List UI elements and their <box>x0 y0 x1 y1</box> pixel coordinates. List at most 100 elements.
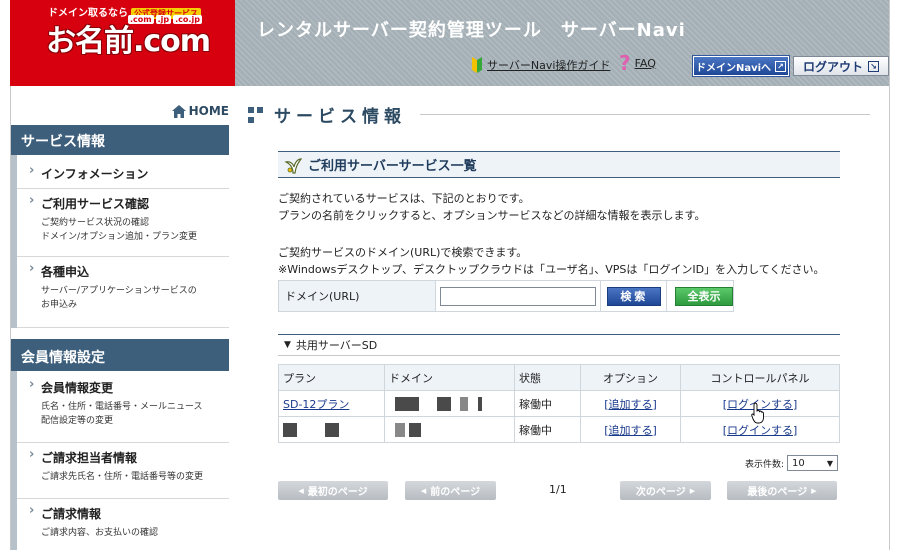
sidebar-item-billing-contact[interactable]: ご請求担当者情報 ご請求先氏名・住所・電話番号等の変更 <box>17 443 229 499</box>
sidebar-item-service-check[interactable]: ご利用サービス確認 ご契約サービス状況の確認 ドメイン/オプション追加・プラン変… <box>17 189 229 257</box>
arrow-left-icon: ◀ <box>420 486 427 495</box>
redacted-domain <box>408 422 421 437</box>
search-button[interactable]: 検索 <box>607 286 662 306</box>
sidebar-item-applications[interactable]: 各種申込 サーバー/アプリケーションサービスの お申込み <box>17 257 229 328</box>
page-title-bar: サービス情報 <box>248 102 870 127</box>
frame-border-right <box>889 0 890 550</box>
next-page-label: 次のページ <box>635 487 686 498</box>
table-header-row: プラン ドメイン 状態 オプション コントロールパネル <box>278 364 840 391</box>
logout-arrow-icon: ↘ <box>868 60 879 72</box>
arrow-left-icon: ◀ <box>298 486 304 495</box>
sidebar-item-label: 会員情報変更 <box>41 381 114 395</box>
redacted-domain <box>477 396 482 411</box>
app-title: レンタルサーバー契約管理ツール サーバーNavi <box>257 20 686 41</box>
page-indicator: 1/1 <box>549 483 567 496</box>
redacted-domain <box>436 396 451 411</box>
arrow-right-icon: ▶ <box>689 486 696 495</box>
logo-wordmark: お名前.com <box>46 24 211 59</box>
section-title-label: ご利用サーバーサービス一覧 <box>308 159 477 174</box>
title-divider <box>420 114 870 115</box>
sidebar-item-information[interactable]: インフォメーション <box>17 159 229 189</box>
column-header: ドメイン <box>384 364 515 391</box>
column-header: プラン <box>278 364 385 391</box>
sidebar-item-label: ご請求情報 <box>41 507 102 521</box>
per-page-label: 表示件数: <box>745 459 785 470</box>
redacted-domain <box>460 396 468 411</box>
intro-text: ご契約されているサービスは、下記のとおりです。 プランの名前をクリックすると、オ… <box>278 190 705 224</box>
sidebar-item-label: ご請求担当者情報 <box>41 451 138 465</box>
redacted-domain <box>395 422 405 437</box>
logout-button[interactable]: ログアウト ↘ <box>793 56 889 76</box>
column-header: オプション <box>580 364 681 391</box>
sidebar-item-desc: ご請求先氏名・住所・電話番号等の変更 <box>41 472 204 482</box>
search-note-line: ご契約サービスのドメイン(URL)で検索できます。 <box>278 246 528 259</box>
first-page-label: 最初のページ <box>307 487 368 498</box>
home-link-label: HOME <box>188 104 229 118</box>
domain-navi-button[interactable]: ドメインNaviへ ↗ <box>692 55 790 77</box>
first-page-button[interactable]: ◀ 最初のページ <box>278 481 388 500</box>
redacted-plan <box>283 422 297 437</box>
next-page-button[interactable]: 次のページ ▶ <box>620 481 711 500</box>
search-input-cell <box>436 281 602 311</box>
hand-cursor-icon <box>751 402 764 424</box>
sidebar-item-label: ご利用サービス確認 <box>41 197 150 211</box>
sidebar-section-member: 会員情報設定 <box>11 339 229 371</box>
column-header: コントロールパネル <box>680 364 840 391</box>
domain-cell <box>384 416 515 443</box>
domain-search-input[interactable] <box>440 286 597 306</box>
per-page-select[interactable]: 10 ▼ <box>787 455 839 471</box>
server-group-header: ▼ 共用サーバーSD <box>278 334 840 356</box>
sidebar-item-desc: ご契約サービス状況の確認 ドメイン/オプション追加・プラン変更 <box>41 218 198 242</box>
domain-navi-button-label: ドメインNaviへ <box>695 62 772 74</box>
search-button-cell: 検索 <box>601 281 667 311</box>
add-option-link[interactable]: [追加する] <box>604 398 657 411</box>
sidebar-item-label: 各種申込 <box>41 265 90 279</box>
sidebar-item-desc: サーバー/アプリケーションサービスの お申込み <box>41 286 197 310</box>
sidebar: HOME サービス情報 インフォメーション ご利用サービス確認 ご契約サービス状… <box>11 86 229 550</box>
sidebar-item-desc: ご請求内容、お支払いの確認 <box>41 528 159 538</box>
question-mark-icon: ? <box>619 51 631 75</box>
sidebar-item-billing-info[interactable]: ご請求情報 ご請求内容、お支払いの確認 <box>17 499 229 550</box>
home-link[interactable]: HOME <box>171 104 229 118</box>
search-note-line: ※Windowsデスクトップ、デスクトップクラウドは「ユーザ名」、VPSは「ログ… <box>278 263 825 276</box>
redacted-domain <box>395 396 419 411</box>
sidebar-item-label: インフォメーション <box>41 167 149 181</box>
onamae-logo[interactable]: ドメイン取るなら 公式登録サービス .com .jp .co.jp お名前.com <box>10 0 235 86</box>
guide-link[interactable]: サーバーNavi操作ガイド <box>471 56 610 74</box>
per-page-control: 表示件数: 10 ▼ <box>745 455 839 471</box>
dropdown-arrow-icon: ▼ <box>826 458 834 468</box>
section-title: ご利用サーバーサービス一覧 <box>278 151 840 178</box>
prev-page-label: 前のページ <box>430 487 481 498</box>
control-panel-login-link[interactable]: [ログインする] <box>723 424 798 437</box>
page-title: サービス情報 <box>274 107 406 127</box>
guide-link-label[interactable]: サーバーNavi操作ガイド <box>487 57 610 73</box>
plan-cell <box>278 416 385 443</box>
redacted-plan <box>324 422 339 437</box>
search-label: ドメイン(URL) <box>279 281 437 311</box>
show-all-button[interactable]: 全表示 <box>675 286 733 306</box>
sidebar-item-desc: 氏名・住所・電話番号・メールニュース 配信設定等の変更 <box>41 402 203 426</box>
sidebar-item-member-info[interactable]: 会員情報変更 氏名・住所・電話番号・メールニュース 配信設定等の変更 <box>17 373 229 443</box>
plan-link[interactable]: SD-12プラン <box>283 398 349 411</box>
column-header: 状態 <box>514 364 581 391</box>
home-icon <box>171 104 186 118</box>
status-cell: 稼働中 <box>514 416 581 443</box>
title-deco-icon <box>248 105 266 125</box>
logout-button-label: ログアウト <box>802 59 863 74</box>
intro-line: ご契約されているサービスは、下記のとおりです。 <box>278 192 530 205</box>
add-option-link[interactable]: [追加する] <box>604 424 657 437</box>
search-form: ドメイン(URL) 検索 全表示 <box>278 280 734 312</box>
last-page-button[interactable]: 最後のページ ▶ <box>727 481 837 500</box>
option-cell: [追加する] <box>580 416 681 443</box>
last-page-label: 最後のページ <box>747 487 808 498</box>
triangle-down-icon: ▼ <box>284 340 291 350</box>
domain-cell <box>384 390 515 417</box>
arrow-right-icon: ▶ <box>811 486 817 495</box>
faq-link[interactable]: ? FAQ <box>619 51 656 75</box>
pager: ◀ 最初のページ ◀ 前のページ 1/1 次のページ ▶ 最後のページ ▶ <box>278 481 840 501</box>
faq-link-label[interactable]: FAQ <box>635 57 656 70</box>
header-banner: レンタルサーバー契約管理ツール サーバーNavi サーバーNavi操作ガイド ?… <box>235 0 890 86</box>
prev-page-button[interactable]: ◀ 前のページ <box>405 481 496 500</box>
external-arrow-icon: ↗ <box>775 60 787 72</box>
header: ドメイン取るなら 公式登録サービス .com .jp .co.jp お名前.com レ… <box>10 0 890 86</box>
